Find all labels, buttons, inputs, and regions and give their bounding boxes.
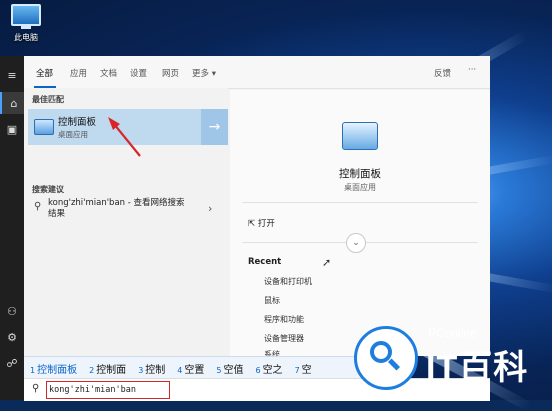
ime-candidate-bar: 1 控制面板 2 控制面 3 控制 4 空置 5 空值 6 空之 7空 [24,356,362,379]
search-tabs: 全部 应用 文档 设置 网页 更多 ▾ 反馈 ··· [24,56,490,89]
search-icon: ⚲ [34,201,42,212]
ime-candidate[interactable]: 2 控制面 [83,361,132,376]
monitor-icon [11,4,41,26]
watermark-small-text: PConline [428,326,477,340]
suggestion-text: kong'zhi'mian'ban - 查看网络搜索结果 [48,198,185,219]
document-icon[interactable]: ▣ [0,118,24,140]
tab-web[interactable]: 网页 [162,67,179,79]
tab-apps[interactable]: 应用 [70,67,87,79]
feedback-link[interactable]: 反馈 [434,67,451,79]
recent-item[interactable]: 设备管理器 [264,333,304,344]
ime-candidate[interactable]: 5 空值 [210,361,249,376]
tab-all[interactable]: 全部 [36,67,53,79]
web-suggestion-item[interactable]: ⚲ kong'zhi'mian'ban - 查看网络搜索结果 › [28,196,224,226]
divider [242,202,478,203]
recent-header: Recent [248,257,282,267]
best-match-expand-button[interactable]: → [201,109,228,145]
watermark-big-text: IT百科 [426,349,529,387]
open-action[interactable]: ⇱ 打开 [248,217,275,229]
ime-candidate[interactable]: 1 控制面板 [24,361,83,376]
best-match-subtitle: 桌面应用 [58,130,88,139]
tab-settings[interactable]: 设置 [130,67,147,79]
results-list: 最佳匹配 控制面板 桌面应用 → 搜索建议 ⚲ kong'zhi'mian'ba… [24,88,228,356]
more-options-icon[interactable]: ··· [468,65,476,75]
hamburger-menu-icon[interactable]: ≡ [0,64,24,86]
open-icon: ⇱ [248,219,258,229]
feedback-person-icon[interactable]: ☍ [0,352,24,374]
recent-item[interactable]: 鼠标 [264,295,280,306]
ime-candidate[interactable]: 7空 [289,361,318,376]
best-match-header: 最佳匹配 [32,95,64,104]
search-suggestions-header: 搜索建议 [32,185,64,194]
search-icon: ⚲ [32,383,40,394]
home-icon[interactable]: ⌂ [0,92,26,114]
preview-title: 控制面板 [339,168,381,180]
watermark: PConline IT百科 [352,320,552,400]
preview-pane: 控制面板 桌面应用 ⇱ 打开 ⌄ Recent ➚ 设备和打印机 鼠标 程序和功… [230,90,490,359]
open-label: 打开 [257,219,275,229]
desktop-icon-this-pc[interactable]: 此电脑 [8,4,44,43]
best-match-title: 控制面板 [58,117,97,128]
search-input[interactable]: kong'zhi'mian'ban [46,381,170,399]
tab-more[interactable]: 更多 ▾ [192,67,216,79]
user-icon[interactable]: ⚇ [0,300,24,322]
tab-documents[interactable]: 文档 [100,67,117,79]
chevron-down-icon[interactable]: ⌄ [346,233,366,253]
desktop-icon-label: 此电脑 [14,33,38,42]
control-panel-large-icon [342,122,378,150]
start-left-rail: ≡ ⌂ ▣ ⚇ ⚙ ☍ [0,56,26,400]
ime-candidate[interactable]: 3 控制 [132,361,171,376]
control-panel-icon [34,119,54,135]
best-match-item[interactable]: 控制面板 桌面应用 [28,109,201,145]
ime-candidate[interactable]: 4 空置 [171,361,210,376]
mouse-cursor-icon: ➚ [322,256,332,269]
recent-item[interactable]: 设备和打印机 [264,276,312,287]
settings-gear-icon[interactable]: ⚙ [0,326,24,348]
ime-candidate[interactable]: 6 空之 [249,361,288,376]
recent-item[interactable]: 程序和功能 [264,314,304,325]
preview-subtitle: 桌面应用 [344,183,376,192]
search-panel: 全部 应用 文档 设置 网页 更多 ▾ 反馈 ··· 最佳匹配 控制面板 桌面应… [24,56,490,359]
chevron-right-icon[interactable]: › [208,202,212,215]
